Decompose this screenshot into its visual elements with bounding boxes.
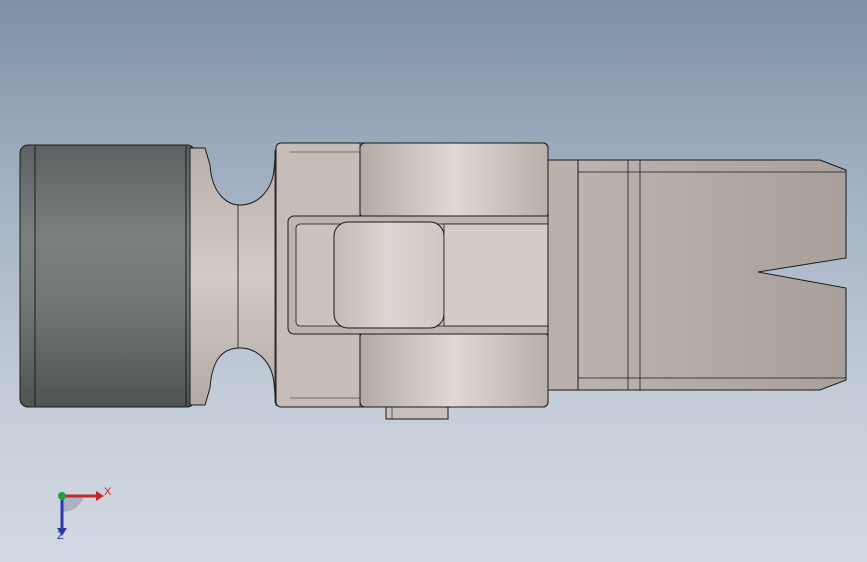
neck-section[interactable] <box>189 147 291 406</box>
cylinder-body[interactable] <box>19 144 196 408</box>
fork-finger[interactable] <box>577 159 847 391</box>
orientation-triad[interactable]: X Z <box>48 482 118 548</box>
cad-model[interactable] <box>0 0 867 562</box>
roller-pin[interactable] <box>333 221 567 329</box>
z-axis-label: Z <box>57 530 64 542</box>
x-axis-label: X <box>104 486 112 498</box>
graphics-viewport[interactable]: X Z <box>0 0 867 562</box>
bottom-tab[interactable] <box>385 406 449 420</box>
collar[interactable] <box>547 159 579 391</box>
